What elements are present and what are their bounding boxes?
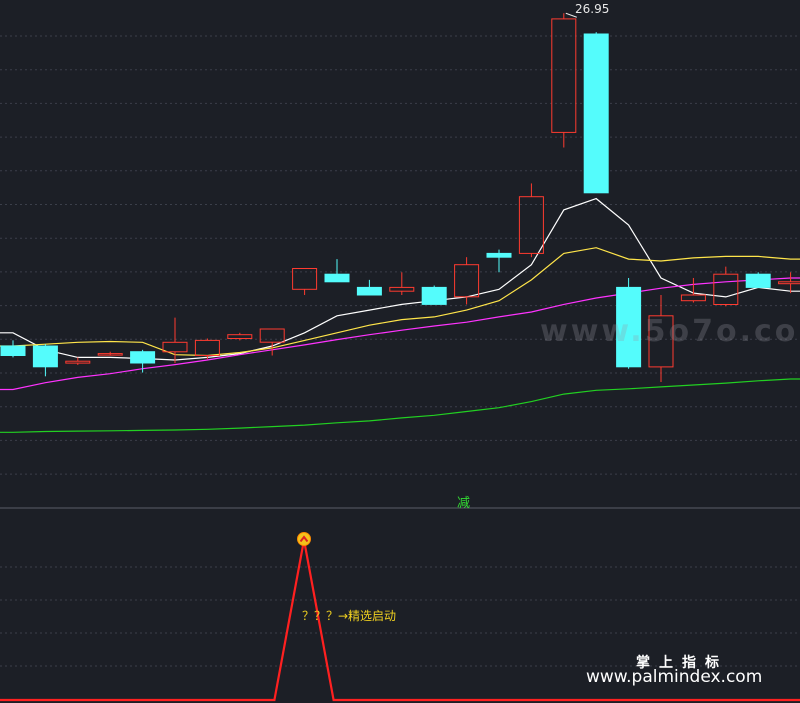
candle bbox=[97, 351, 123, 356]
candle-body-up bbox=[65, 360, 91, 364]
candle-body-down bbox=[356, 286, 382, 296]
candle-body-down bbox=[0, 345, 26, 356]
candle bbox=[324, 259, 350, 283]
candle-body-up bbox=[518, 196, 544, 254]
candle bbox=[130, 349, 156, 373]
candle-body-up bbox=[162, 341, 188, 353]
candle bbox=[486, 249, 512, 273]
candle bbox=[32, 344, 58, 377]
candle bbox=[583, 32, 609, 194]
candle-body-down bbox=[324, 273, 350, 283]
watermark-url: www.palmindex.com bbox=[586, 667, 763, 687]
candle-body-down bbox=[583, 33, 609, 194]
candle bbox=[292, 268, 318, 295]
candle bbox=[421, 285, 447, 305]
candle bbox=[356, 279, 382, 296]
candle-body-up bbox=[227, 334, 253, 340]
candle-body-up bbox=[713, 273, 739, 306]
candle-body-down bbox=[421, 286, 447, 305]
candle bbox=[0, 340, 26, 358]
candle-body-down bbox=[486, 252, 512, 258]
candle-body-up bbox=[680, 294, 706, 302]
max-price-label: 26.95 bbox=[575, 2, 610, 16]
candle-body-down bbox=[745, 273, 771, 288]
chart-gridlines bbox=[0, 35, 800, 667]
candle-body-up bbox=[778, 281, 800, 285]
jian-marker: 减 bbox=[457, 496, 471, 511]
candle bbox=[389, 272, 415, 295]
watermark-faint: www.5o7o.com bbox=[540, 314, 800, 349]
up-arrow-circle-icon bbox=[297, 532, 311, 546]
candle-body-up bbox=[454, 264, 480, 298]
ma-line bbox=[0, 378, 800, 433]
candle bbox=[680, 277, 706, 303]
candle-body-down bbox=[32, 345, 58, 368]
signal-icon-circle bbox=[297, 532, 311, 546]
stock-chart bbox=[0, 12, 800, 702]
candle-body-up bbox=[194, 339, 220, 356]
candle-body-down bbox=[130, 351, 156, 364]
candle bbox=[551, 13, 577, 148]
candle bbox=[745, 272, 771, 288]
candle-body-up bbox=[259, 328, 285, 343]
signal-text: ？？？→精选启动 bbox=[302, 609, 397, 623]
candle bbox=[65, 357, 91, 365]
candle bbox=[518, 183, 544, 258]
candle bbox=[713, 266, 739, 307]
candle bbox=[162, 317, 188, 364]
candle-body-up bbox=[389, 286, 415, 292]
